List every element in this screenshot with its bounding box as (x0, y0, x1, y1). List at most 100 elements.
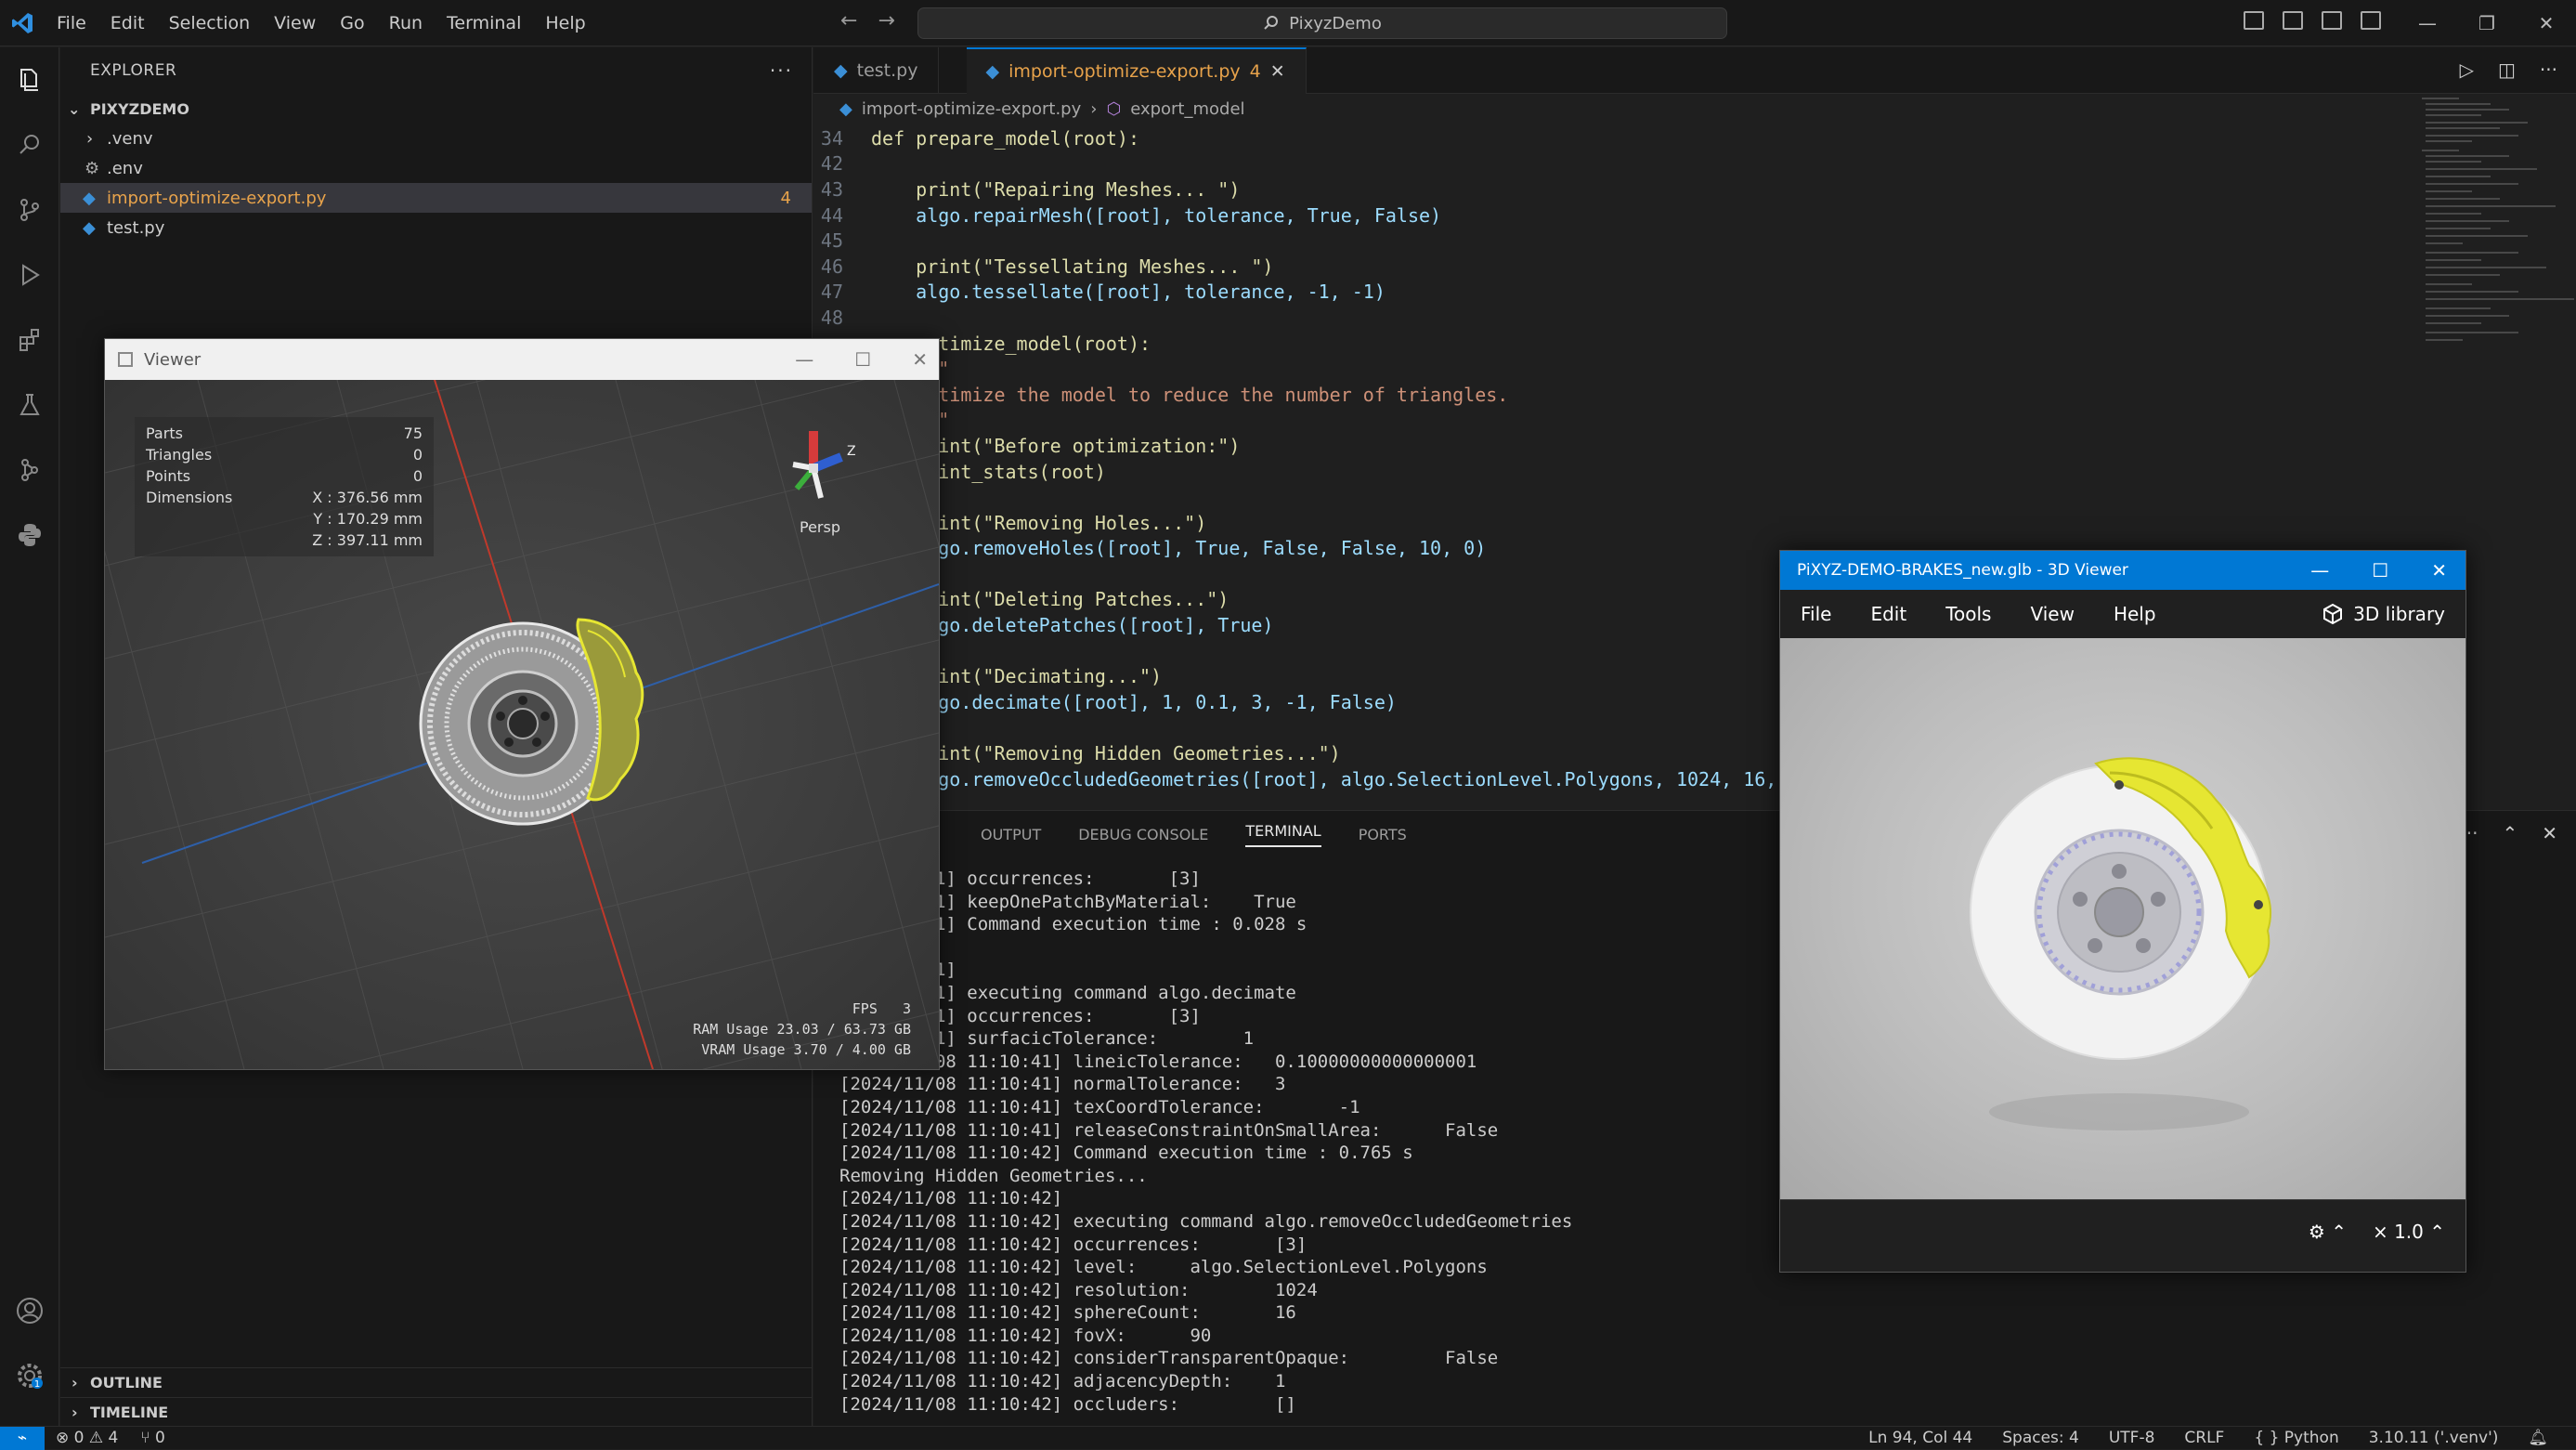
tree-item-venv[interactable]: › .venv (60, 124, 812, 153)
menu-help[interactable]: Help (2114, 603, 2156, 625)
ports-status[interactable]: ⑂ 0 (140, 1429, 164, 1447)
code-line[interactable]: print_stats(root) (813, 459, 2392, 485)
close-icon[interactable]: ✕ (2517, 12, 2576, 34)
projection-mode-label[interactable]: Persp (778, 518, 862, 536)
viewer-title-bar[interactable]: Viewer — ☐ ✕ (105, 339, 939, 380)
menu-file[interactable]: File (1801, 603, 1831, 625)
code-line[interactable]: 45 (813, 228, 2392, 254)
explorer-icon[interactable] (0, 47, 59, 112)
menu-selection[interactable]: Selection (157, 0, 263, 46)
tab-debug-console[interactable]: DEBUG CONSOLE (1078, 826, 1208, 843)
tab-output[interactable]: OUTPUT (981, 826, 1041, 843)
menu-file[interactable]: File (45, 0, 98, 46)
code-line[interactable]: 47 algo.tessellate([root], tolerance, -1… (813, 280, 2392, 306)
tab-test-py[interactable]: ◆ test.py (813, 47, 940, 94)
end-of-line[interactable]: CRLF (2184, 1429, 2224, 1447)
encoding[interactable]: UTF-8 (2109, 1429, 2155, 1447)
problems-status[interactable]: ⊗ 0 ⚠ 4 (56, 1429, 118, 1447)
3d-library-button[interactable]: 3D library (2322, 603, 2445, 625)
breadcrumb-symbol[interactable]: export_model (1130, 99, 1244, 119)
toggle-panel-icon[interactable] (2283, 11, 2303, 30)
minimize-icon[interactable]: — (2398, 12, 2457, 34)
python-interpreter[interactable]: 3.10.11 ('.venv') (2369, 1429, 2499, 1447)
menu-view[interactable]: View (262, 0, 328, 46)
accounts-icon[interactable] (0, 1278, 59, 1343)
more-actions-icon[interactable]: ··· (770, 59, 793, 82)
environment-lighting-button[interactable]: ⚙︎ ⌃ (2309, 1221, 2347, 1243)
maximize-panel-icon[interactable]: ⌃ (2502, 822, 2517, 844)
tree-item-test-py[interactable]: ◆ test.py (60, 213, 812, 242)
close-icon[interactable]: ✕ (2431, 559, 2447, 581)
indentation[interactable]: Spaces: 4 (2002, 1429, 2079, 1447)
menu-terminal[interactable]: Terminal (435, 0, 533, 46)
maximize-icon[interactable]: ☐ (854, 348, 871, 371)
minimap[interactable] (2418, 94, 2576, 484)
code-line[interactable]: 34 def prepare_model(root): (813, 125, 2392, 151)
menu-tools[interactable]: Tools (1945, 603, 1991, 625)
menu-help[interactable]: Help (533, 0, 597, 46)
source-control-icon[interactable] (0, 177, 59, 242)
git-graph-icon[interactable] (0, 438, 59, 503)
customize-layout-icon[interactable] (2361, 11, 2381, 30)
code-line[interactable]: 43 print("Repairing Meshes... ") (813, 176, 2392, 202)
code-line[interactable]: 42 (813, 151, 2392, 177)
minimize-icon[interactable]: — (2310, 559, 2329, 581)
viewer-3d-canvas[interactable]: Parts 75 Triangles 0 Points 0 Dimensions X : 37… (105, 380, 939, 1069)
menu-view[interactable]: View (2030, 603, 2074, 625)
close-tab-icon[interactable]: ✕ (1270, 61, 1285, 82)
tree-item-env[interactable]: ⚙ .env (60, 153, 812, 183)
code-line[interactable]: print("Before optimization:") (813, 433, 2392, 459)
forward-arrow-icon[interactable]: → (878, 9, 894, 33)
code-text: algo.removeOccludedGeometries([root], al… (871, 767, 1822, 790)
toggle-secondary-sidebar-icon[interactable] (2322, 11, 2342, 30)
code-line[interactable]: 44 algo.repairMesh([root], tolerance, Tr… (813, 202, 2392, 229)
cursor-position[interactable]: Ln 94, Col 44 (1868, 1429, 1972, 1447)
menu-edit[interactable]: Edit (98, 0, 157, 46)
tab-terminal[interactable]: TERMINAL (1245, 822, 1321, 847)
settings-gear-icon[interactable]: 1 (0, 1343, 59, 1408)
code-line[interactable]: Optimize the model to reduce the number … (813, 382, 2392, 408)
notifications-bell-icon[interactable]: 🔔︎ (2528, 1429, 2548, 1447)
orientation-gizmo[interactable]: Z Persp (778, 422, 862, 536)
language-mode[interactable]: { } Python (2254, 1429, 2338, 1447)
tab-ports[interactable]: PORTS (1359, 826, 1407, 843)
maximize-icon[interactable]: ☐ (2372, 559, 2388, 581)
code-line[interactable]: 46 print("Tessellating Meshes... ") (813, 254, 2392, 280)
tab-import-optimize-export[interactable]: ◆ import-optimize-export.py 4 ✕ (967, 47, 1307, 94)
zoom-level[interactable]: × 1.0 ⌃ (2373, 1221, 2445, 1243)
restore-icon[interactable]: ❐ (2457, 12, 2517, 34)
tree-item-import-optimize-export[interactable]: ◆ import-optimize-export.py 4 (60, 183, 812, 213)
command-center-search[interactable]: PixyzDemo (917, 7, 1727, 39)
code-line[interactable]: 48 (813, 305, 2392, 331)
breadcrumb-file[interactable]: import-optimize-export.py (862, 99, 1081, 119)
run-debug-icon[interactable] (0, 242, 59, 307)
outline-section[interactable]: › OUTLINE (60, 1367, 813, 1397)
split-editor-icon[interactable]: ◫ (2498, 59, 2516, 81)
testing-flask-icon[interactable] (0, 372, 59, 438)
3d-viewer-title-bar[interactable]: PiXYZ-DEMO-BRAKES_new.glb - 3D Viewer — … (1780, 551, 2465, 590)
minimize-icon[interactable]: — (795, 348, 813, 371)
code-line[interactable]: """ (813, 356, 2392, 382)
timeline-section[interactable]: › TIMELINE (60, 1397, 813, 1427)
code-line[interactable] (813, 484, 2392, 510)
code-line[interactable]: optimize_model(root): (813, 331, 2392, 357)
editor-more-icon[interactable]: ··· (2540, 59, 2557, 81)
menu-run[interactable]: Run (377, 0, 435, 46)
menu-edit[interactable]: Edit (1870, 603, 1906, 625)
project-root-folder[interactable]: ⌄ PIXYZDEMO (60, 94, 812, 124)
back-arrow-icon[interactable]: ← (840, 9, 857, 33)
close-panel-icon[interactable]: ✕ (2542, 822, 2557, 844)
remote-indicator-icon[interactable]: ⌁ (0, 1426, 45, 1450)
toggle-primary-sidebar-icon[interactable] (2244, 11, 2264, 30)
vscode-logo-icon[interactable] (0, 0, 45, 46)
cube-icon (2323, 603, 2343, 625)
close-icon[interactable]: ✕ (912, 348, 928, 371)
search-sidebar-icon[interactable] (0, 112, 59, 177)
extensions-icon[interactable] (0, 307, 59, 372)
menu-go[interactable]: Go (328, 0, 376, 46)
3d-viewer-canvas[interactable] (1780, 638, 2465, 1199)
code-line[interactable]: """ (813, 408, 2392, 434)
run-file-icon[interactable]: ▷ (2460, 59, 2474, 81)
code-line[interactable]: print("Removing Holes...") (813, 510, 2392, 536)
python-icon[interactable] (0, 503, 59, 568)
